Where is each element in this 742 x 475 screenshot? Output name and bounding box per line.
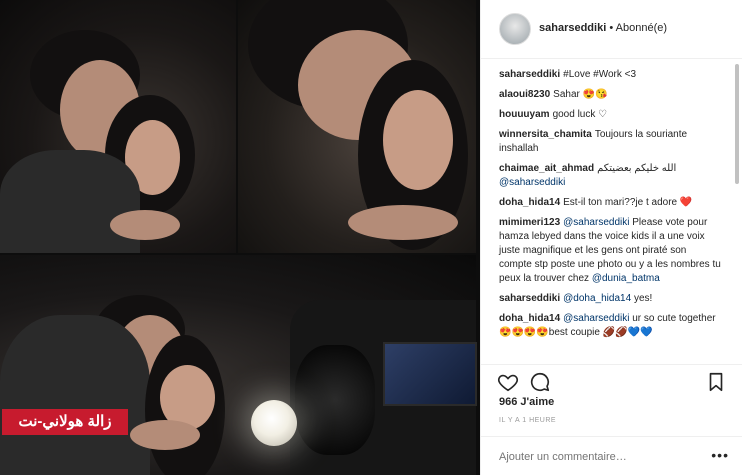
comment-user[interactable]: doha_hida14 [499,313,560,324]
comment-user[interactable]: saharseddiki [499,69,560,80]
follow-status[interactable]: Abonné(e) [616,22,667,34]
comment: mimimeri123 @saharseddiki Please vote pou… [499,216,721,286]
comment-user[interactable]: chaimae_ait_ahmad [499,163,594,174]
author-username[interactable]: saharseddiki [539,22,606,34]
comment-mention[interactable]: @doha_hida14 [563,293,631,304]
post-photo: زالة هولاني-نت [0,0,480,475]
photo-panel-top-left [0,0,236,253]
watermark-logo: زالة هولاني-نت [2,409,128,435]
comment-text: Est-il ton mari??je t adore ❤️ [563,197,693,208]
studio-light [251,400,297,446]
comments-list: saharseddiki #Love #Work <3 alaoui8230 Sah… [481,60,731,360]
post-timestamp: IL Y A 1 HEURE [499,417,557,424]
add-comment-bar: ••• [481,436,742,475]
comment-mention[interactable]: @saharseddiki [499,177,565,188]
comments-scrollbar[interactable] [734,62,740,357]
avatar[interactable] [499,13,531,45]
comment: doha_hida14 @saharseddiki ur so cute toge… [499,312,721,340]
post-author: saharseddiki • Abonné(e) [539,22,667,34]
comment-mention[interactable]: @dunia_batma [592,273,660,284]
comment-user[interactable]: mimimeri123 [499,217,560,228]
camera-lens [295,345,375,455]
heart-icon[interactable] [497,371,519,393]
comment: winnersita_chamita Toujours la souriante … [499,128,721,156]
comment-mention[interactable]: @saharseddiki [563,313,629,324]
camera-screen [383,342,477,406]
post-header: saharseddiki • Abonné(e) [481,0,742,59]
comment: doha_hida14 Est-il ton mari??je t adore ❤… [499,196,721,210]
comment-text: good luck ♡ [552,109,608,120]
comment-text: الله خليكم بعضيتكم [597,163,677,174]
comment-text: #Love #Work <3 [563,69,637,80]
post-sidebar: saharseddiki • Abonné(e) saharseddiki #Lo… [480,0,742,475]
comment-bubble-icon[interactable] [529,371,551,393]
comment-user[interactable]: houuuyam [499,109,550,120]
comment-input[interactable] [497,446,701,468]
comment-user[interactable]: alaoui8230 [499,89,550,100]
comment: alaoui8230 Sahar 😍😘 [499,88,721,102]
comment-user[interactable]: saharseddiki [499,293,560,304]
comment: saharseddiki #Love #Work <3 [499,68,721,82]
comment: houuuyam good luck ♡ [499,108,721,122]
like-count[interactable]: 966 J'aime [499,396,554,408]
photo-panel-top-right [238,0,476,253]
comment-text: Sahar 😍😘 [553,89,608,100]
bookmark-icon[interactable] [705,371,727,393]
comment: saharseddiki @doha_hida14 yes! [499,292,721,306]
comment-user[interactable]: doha_hida14 [499,197,560,208]
comment-mention[interactable]: @saharseddiki [563,217,629,228]
comment-user[interactable]: winnersita_chamita [499,129,592,140]
comment-text: yes! [633,293,653,304]
post-actions [481,364,742,394]
more-options-icon[interactable]: ••• [711,447,729,463]
comment: chaimae_ait_ahmad الله خليكم بعضيتكم @sah… [499,162,721,190]
scrollbar-thumb[interactable] [735,64,739,184]
